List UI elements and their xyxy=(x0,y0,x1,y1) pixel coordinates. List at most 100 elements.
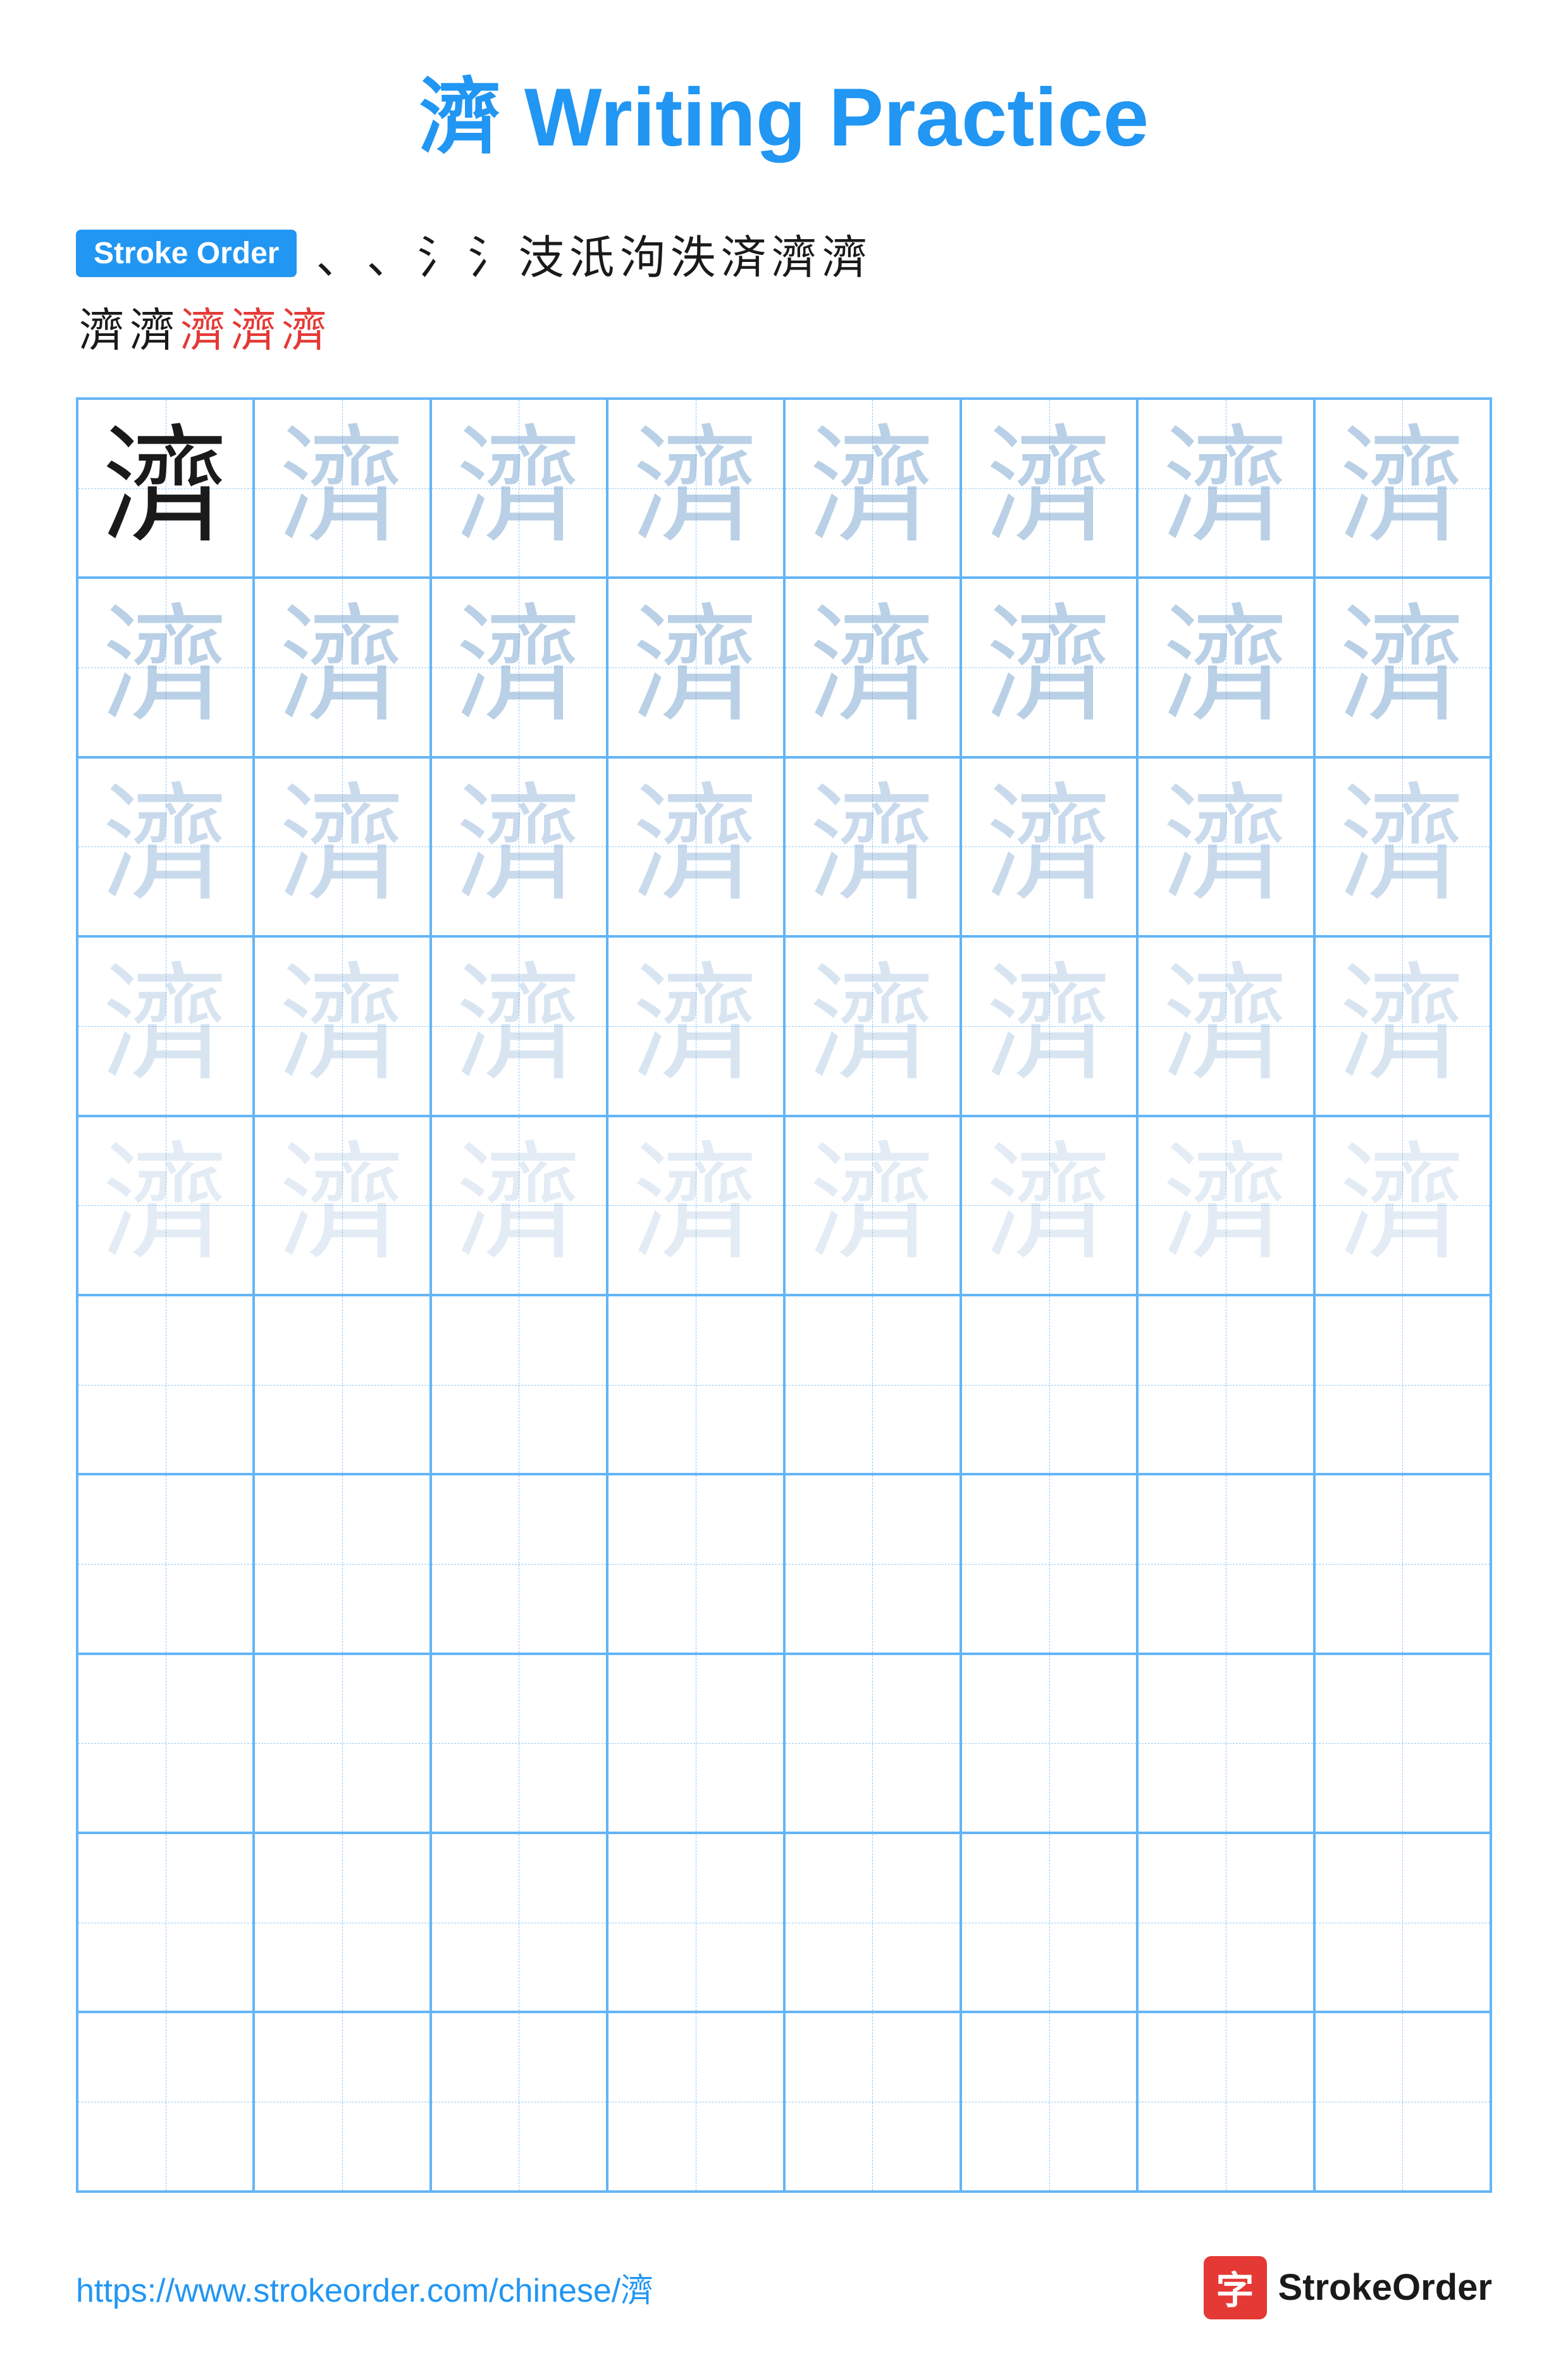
grid-cell[interactable]: 濟 xyxy=(431,578,607,757)
grid-cell[interactable]: 濟 xyxy=(254,578,430,757)
grid-cell[interactable] xyxy=(431,1474,607,1653)
grid-cell[interactable]: 濟 xyxy=(961,936,1137,1115)
grid-cell[interactable] xyxy=(607,1295,784,1474)
grid-cell[interactable]: 濟 xyxy=(1314,757,1491,936)
grid-cell[interactable]: 濟 xyxy=(961,399,1137,578)
grid-cell[interactable]: 濟 xyxy=(77,757,254,936)
grid-cell[interactable] xyxy=(1137,2012,1314,2191)
grid-cell[interactable]: 濟 xyxy=(431,1116,607,1295)
grid-row: 濟濟濟濟濟濟濟濟 xyxy=(77,399,1491,578)
grid-cell[interactable] xyxy=(607,1654,784,1833)
grid-cell[interactable]: 濟 xyxy=(431,757,607,936)
stroke-s2: 、 xyxy=(366,220,412,287)
grid-cell[interactable] xyxy=(961,1474,1137,1653)
grid-cell[interactable] xyxy=(961,1833,1137,2012)
grid-cell[interactable]: 濟 xyxy=(77,578,254,757)
stroke-r2-s3: 濟 xyxy=(180,293,226,359)
grid-cell[interactable] xyxy=(254,2012,430,2191)
practice-char-ghost: 濟 xyxy=(1163,1142,1289,1269)
grid-cell[interactable] xyxy=(784,1654,961,1833)
footer: https://www.strokeorder.com/chinese/濟 字 … xyxy=(76,2256,1492,2319)
grid-cell[interactable] xyxy=(961,2012,1137,2191)
grid-cell[interactable] xyxy=(784,1474,961,1653)
grid-cell[interactable] xyxy=(607,1833,784,2012)
title-text: Writing Practice xyxy=(502,71,1149,163)
grid-cell[interactable] xyxy=(431,2012,607,2191)
grid-cell[interactable]: 濟 xyxy=(607,936,784,1115)
grid-cell[interactable] xyxy=(77,1833,254,2012)
grid-cell[interactable] xyxy=(254,1654,430,1833)
grid-row xyxy=(77,1654,1491,1833)
practice-char-ghost: 濟 xyxy=(102,963,229,1089)
grid-cell[interactable]: 濟 xyxy=(1314,578,1491,757)
grid-cell[interactable]: 濟 xyxy=(961,578,1137,757)
grid-cell[interactable] xyxy=(431,1833,607,2012)
practice-char-ghost: 濟 xyxy=(809,963,935,1089)
grid-cell[interactable]: 濟 xyxy=(254,757,430,936)
practice-char-ghost: 濟 xyxy=(102,783,229,910)
grid-cell[interactable]: 濟 xyxy=(961,757,1137,936)
practice-char-ghost: 濟 xyxy=(455,1142,582,1269)
grid-cell[interactable]: 濟 xyxy=(77,1116,254,1295)
grid-cell[interactable]: 濟 xyxy=(254,1116,430,1295)
grid-cell[interactable]: 濟 xyxy=(784,399,961,578)
grid-cell[interactable]: 濟 xyxy=(607,399,784,578)
grid-cell[interactable]: 濟 xyxy=(1137,578,1314,757)
grid-cell[interactable]: 濟 xyxy=(431,936,607,1115)
grid-cell[interactable]: 濟 xyxy=(607,757,784,936)
grid-cell[interactable]: 濟 xyxy=(784,757,961,936)
grid-cell[interactable]: 濟 xyxy=(607,578,784,757)
grid-cell[interactable] xyxy=(607,2012,784,2191)
grid-cell[interactable] xyxy=(784,1833,961,2012)
grid-cell[interactable] xyxy=(961,1654,1137,1833)
practice-char-ghost: 濟 xyxy=(279,1142,405,1269)
grid-cell[interactable] xyxy=(784,1295,961,1474)
grid-cell[interactable] xyxy=(1137,1833,1314,2012)
practice-char-ghost: 濟 xyxy=(1339,425,1466,552)
grid-cell[interactable] xyxy=(77,1474,254,1653)
grid-cell[interactable]: 濟 xyxy=(77,936,254,1115)
grid-cell[interactable]: 濟 xyxy=(1314,399,1491,578)
grid-cell[interactable] xyxy=(77,1654,254,1833)
practice-char-ghost: 濟 xyxy=(809,604,935,731)
grid-cell[interactable]: 濟 xyxy=(431,399,607,578)
grid-cell[interactable] xyxy=(77,1295,254,1474)
grid-row: 濟濟濟濟濟濟濟濟 xyxy=(77,757,1491,936)
grid-cell[interactable]: 濟 xyxy=(1137,757,1314,936)
grid-cell[interactable]: 濟 xyxy=(1137,399,1314,578)
grid-cell[interactable] xyxy=(607,1474,784,1653)
practice-char-ghost: 濟 xyxy=(455,963,582,1089)
grid-cell[interactable]: 濟 xyxy=(254,399,430,578)
grid-cell[interactable] xyxy=(961,1295,1137,1474)
grid-cell[interactable] xyxy=(1137,1474,1314,1653)
grid-cell[interactable]: 濟 xyxy=(784,1116,961,1295)
grid-cell[interactable] xyxy=(254,1295,430,1474)
grid-cell[interactable] xyxy=(1137,1654,1314,1833)
footer-brand: 字 StrokeOrder xyxy=(1204,2256,1492,2319)
grid-cell[interactable]: 濟 xyxy=(254,936,430,1115)
grid-cell[interactable] xyxy=(431,1295,607,1474)
grid-cell[interactable] xyxy=(1314,1295,1491,1474)
grid-cell[interactable]: 濟 xyxy=(1314,936,1491,1115)
grid-cell[interactable] xyxy=(77,2012,254,2191)
grid-cell[interactable] xyxy=(1314,1474,1491,1653)
grid-cell[interactable] xyxy=(254,1474,430,1653)
grid-cell[interactable]: 濟 xyxy=(784,936,961,1115)
practice-char-ghost: 濟 xyxy=(1163,963,1289,1089)
grid-cell[interactable] xyxy=(1137,1295,1314,1474)
grid-cell[interactable]: 濟 xyxy=(1137,1116,1314,1295)
grid-cell[interactable] xyxy=(254,1833,430,2012)
grid-cell[interactable] xyxy=(784,2012,961,2191)
grid-cell[interactable] xyxy=(431,1654,607,1833)
grid-cell[interactable] xyxy=(1314,1833,1491,2012)
grid-cell[interactable] xyxy=(1314,1654,1491,1833)
grid-cell[interactable]: 濟 xyxy=(961,1116,1137,1295)
grid-cell[interactable]: 濟 xyxy=(784,578,961,757)
grid-cell[interactable]: 濟 xyxy=(77,399,254,578)
grid-cell[interactable]: 濟 xyxy=(1137,936,1314,1115)
stroke-s10: 濟 xyxy=(772,220,817,287)
grid-cell[interactable]: 濟 xyxy=(607,1116,784,1295)
stroke-s11: 濟 xyxy=(822,220,868,287)
grid-cell[interactable] xyxy=(1314,2012,1491,2191)
grid-cell[interactable]: 濟 xyxy=(1314,1116,1491,1295)
